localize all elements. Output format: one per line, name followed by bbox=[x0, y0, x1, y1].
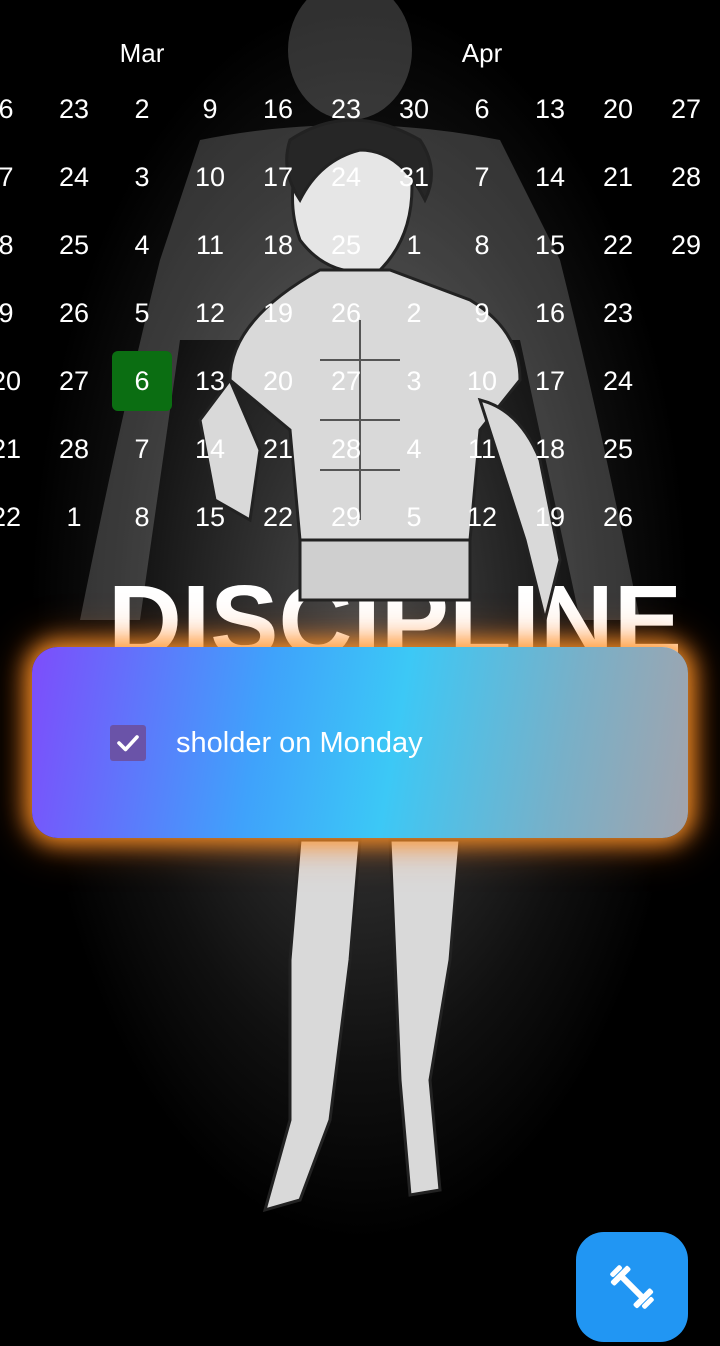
calendar-day[interactable]: 29 bbox=[316, 487, 376, 547]
month-label: Mar bbox=[119, 38, 165, 68]
task-card[interactable]: sholder on Monday bbox=[32, 647, 688, 838]
calendar-day[interactable]: 6 bbox=[452, 79, 512, 139]
calendar-day[interactable]: 27 bbox=[656, 79, 716, 139]
calendar-day[interactable]: 23 bbox=[588, 283, 648, 343]
calendar-day[interactable]: 28 bbox=[316, 419, 376, 479]
calendar-day[interactable]: 28 bbox=[44, 419, 104, 479]
calendar-day[interactable]: 26 bbox=[316, 283, 376, 343]
calendar-day[interactable]: 7 bbox=[452, 147, 512, 207]
calendar-day[interactable]: 27 bbox=[316, 351, 376, 411]
calendar-day[interactable]: 25 bbox=[588, 419, 648, 479]
calendar-day[interactable]: 21 bbox=[0, 419, 36, 479]
calendar-day[interactable]: 17 bbox=[520, 351, 580, 411]
calendar-day[interactable]: 7 bbox=[0, 147, 36, 207]
calendar-day[interactable]: 20 bbox=[588, 79, 648, 139]
calendar-day[interactable]: 6 bbox=[0, 79, 36, 139]
calendar-day[interactable]: 5 bbox=[384, 487, 444, 547]
calendar-day[interactable]: 29 bbox=[656, 215, 716, 275]
calendar-day[interactable]: 4 bbox=[384, 419, 444, 479]
calendar-day[interactable]: 21 bbox=[588, 147, 648, 207]
calendar-day[interactable]: 4 bbox=[112, 215, 172, 275]
calendar-day[interactable]: 9 bbox=[452, 283, 512, 343]
calendar-day[interactable]: 15 bbox=[180, 487, 240, 547]
calendar-day[interactable]: 8 bbox=[112, 487, 172, 547]
calendar-day[interactable]: 7 bbox=[112, 419, 172, 479]
calendar-day[interactable]: 13 bbox=[180, 351, 240, 411]
calendar-day[interactable]: 16 bbox=[520, 283, 580, 343]
calendar-day[interactable]: 5 bbox=[112, 283, 172, 343]
calendar-day[interactable]: 18 bbox=[248, 215, 308, 275]
calendar-day[interactable]: 16 bbox=[248, 79, 308, 139]
calendar-day[interactable]: 10 bbox=[180, 147, 240, 207]
calendar-day[interactable]: 17 bbox=[248, 147, 308, 207]
calendar-day[interactable]: 3 bbox=[384, 351, 444, 411]
month-label: Apr bbox=[461, 38, 503, 68]
calendar-day[interactable]: 2 bbox=[112, 79, 172, 139]
calendar-day[interactable]: 14 bbox=[180, 419, 240, 479]
calendar-day[interactable]: 24 bbox=[316, 147, 376, 207]
calendar-day[interactable]: 8 bbox=[0, 215, 36, 275]
calendar-day[interactable]: 24 bbox=[44, 147, 104, 207]
calendar-day[interactable]: 2 bbox=[384, 283, 444, 343]
calendar-day[interactable]: 15 bbox=[520, 215, 580, 275]
calendar-day[interactable]: 22 bbox=[588, 215, 648, 275]
calendar-day-today[interactable]: 6 bbox=[112, 351, 172, 411]
task-checkbox[interactable] bbox=[110, 725, 146, 761]
calendar-day[interactable]: 1 bbox=[384, 215, 444, 275]
calendar-day[interactable]: 11 bbox=[452, 419, 512, 479]
calendar-day[interactable]: 9 bbox=[0, 283, 36, 343]
check-icon bbox=[117, 735, 139, 752]
calendar-day[interactable]: 9 bbox=[180, 79, 240, 139]
calendar-day[interactable]: 19 bbox=[520, 487, 580, 547]
calendar-day[interactable]: 12 bbox=[452, 487, 512, 547]
add-workout-button[interactable] bbox=[576, 1232, 688, 1342]
calendar-day[interactable]: 14 bbox=[520, 147, 580, 207]
calendar-day[interactable]: 26 bbox=[588, 487, 648, 547]
contribution-calendar: MarApr6789202122232425262728123456789101… bbox=[0, 0, 720, 560]
calendar-day[interactable]: 12 bbox=[180, 283, 240, 343]
calendar-day[interactable]: 26 bbox=[44, 283, 104, 343]
calendar-day[interactable]: 27 bbox=[44, 351, 104, 411]
dumbbell-icon bbox=[610, 1265, 654, 1309]
calendar-day[interactable]: 8 bbox=[452, 215, 512, 275]
task-label: sholder on Monday bbox=[176, 727, 423, 759]
calendar-day[interactable]: 18 bbox=[520, 419, 580, 479]
calendar-day[interactable]: 20 bbox=[248, 351, 308, 411]
calendar-day[interactable]: 25 bbox=[44, 215, 104, 275]
calendar-day[interactable]: 20 bbox=[0, 351, 36, 411]
calendar-day[interactable]: 19 bbox=[248, 283, 308, 343]
calendar-day[interactable]: 10 bbox=[452, 351, 512, 411]
calendar-day[interactable]: 23 bbox=[44, 79, 104, 139]
calendar-day[interactable]: 30 bbox=[384, 79, 444, 139]
calendar-day[interactable]: 28 bbox=[656, 147, 716, 207]
calendar-day[interactable]: 21 bbox=[248, 419, 308, 479]
calendar-day[interactable]: 22 bbox=[0, 487, 36, 547]
calendar-day[interactable]: 24 bbox=[588, 351, 648, 411]
calendar-day[interactable]: 3 bbox=[112, 147, 172, 207]
calendar-day[interactable]: 11 bbox=[180, 215, 240, 275]
calendar-day[interactable]: 31 bbox=[384, 147, 444, 207]
calendar-day[interactable]: 13 bbox=[520, 79, 580, 139]
calendar-day[interactable]: 1 bbox=[44, 487, 104, 547]
calendar-day[interactable]: 22 bbox=[248, 487, 308, 547]
calendar-day[interactable]: 23 bbox=[316, 79, 376, 139]
calendar-day[interactable]: 25 bbox=[316, 215, 376, 275]
